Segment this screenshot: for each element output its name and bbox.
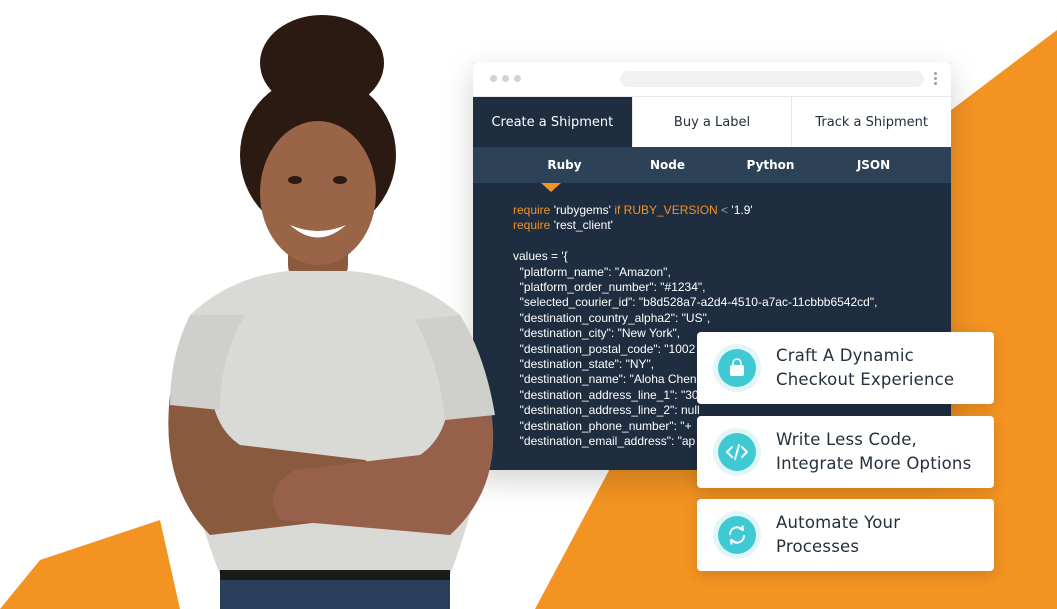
tab-track-shipment[interactable]: Track a Shipment: [791, 97, 951, 147]
shipment-tabs: Create a Shipment Buy a Label Track a Sh…: [473, 97, 951, 147]
person-photo: [168, 15, 495, 609]
code-line: "destination_country_alpha2": "US",: [519, 310, 711, 325]
code-icon: [713, 428, 761, 476]
selected-language-caret-icon: [541, 183, 561, 192]
lang-tab-node[interactable]: Node: [616, 147, 719, 183]
window-dot-icon: [514, 75, 521, 82]
feature-text: Automate Your Processes: [776, 513, 901, 556]
language-tabs: Ruby Node Python JSON: [473, 147, 951, 192]
lang-tab-ruby[interactable]: Ruby: [513, 147, 616, 183]
feature-card-automate: Automate Your Processes: [697, 499, 994, 571]
code-line: "platform_name": "Amazon",: [519, 264, 671, 279]
kebab-menu-icon[interactable]: [934, 72, 937, 87]
code-line: "platform_order_number": "#1234",: [519, 280, 706, 295]
refresh-icon: [713, 511, 761, 559]
code-line: values = '{: [513, 249, 568, 264]
url-bar[interactable]: [620, 71, 924, 87]
feature-text: Write Less Code, Integrate More Options: [776, 430, 972, 473]
feature-card-checkout: Craft A Dynamic Checkout Experience: [697, 332, 994, 404]
code-line: require 'rest_client': [513, 218, 613, 233]
code-window: Create a Shipment Buy a Label Track a Sh…: [473, 62, 951, 470]
code-sample: require 'rubygems' if RUBY_VERSION < '1.…: [473, 183, 951, 449]
feature-card-code: Write Less Code, Integrate More Options: [697, 416, 994, 488]
code-line: require 'rubygems' if RUBY_VERSION < '1.…: [513, 203, 753, 217]
lang-tab-json[interactable]: JSON: [822, 147, 925, 183]
lang-tab-python[interactable]: Python: [719, 147, 822, 183]
feature-text: Craft A Dynamic Checkout Experience: [776, 346, 955, 389]
code-line: "selected_courier_id": "b8d528a7-a2d4-45…: [519, 295, 878, 310]
tab-buy-label[interactable]: Buy a Label: [631, 97, 792, 147]
browser-titlebar: [473, 62, 951, 97]
shopping-bag-icon: [713, 344, 761, 392]
